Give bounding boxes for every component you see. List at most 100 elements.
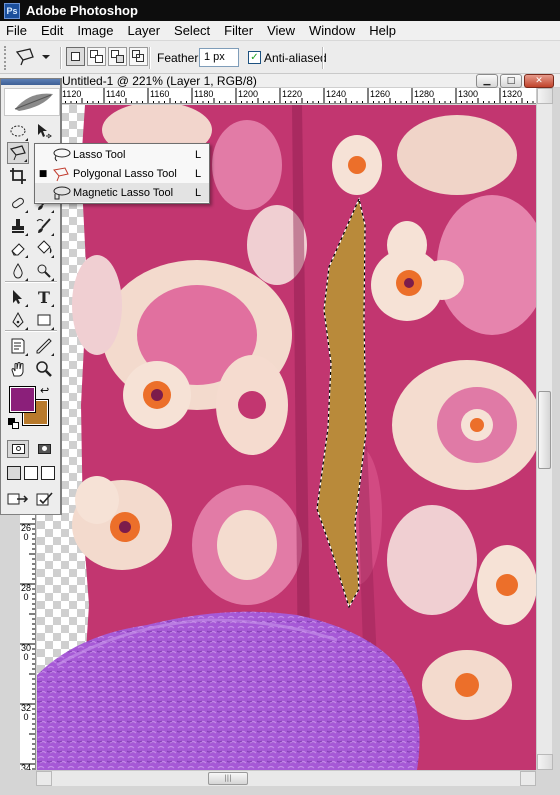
pen-tool[interactable] [7,309,29,331]
healing-brush-tool[interactable] [7,192,29,214]
document-canvas[interactable] [37,105,536,770]
standard-mode-button[interactable] [7,440,29,458]
edit-in-imageready-button[interactable] [35,491,55,507]
horizontal-ruler-label: 1280 [414,89,434,99]
crop-icon [10,168,26,184]
vertical-ruler-label: 340 [21,763,32,771]
menu-window[interactable]: Window [303,21,363,41]
photo-layer [37,105,536,770]
zoom-icon [36,361,52,377]
horizontal-ruler-label: 1220 [282,89,302,99]
flyout-item-label: Polygonal Lasso Tool [73,167,177,180]
options-bar: Feather: 1 px ✓ Anti-aliased [0,41,560,74]
flyout-shortcut: L [195,186,202,199]
blur-tool[interactable] [7,260,29,282]
photoshop-app-icon: Ps [4,2,20,19]
photoshop-feather-logo[interactable] [4,88,60,116]
dodge-tool[interactable] [33,260,55,282]
horizontal-ruler-label: 1240 [326,89,346,99]
add-to-selection-button[interactable] [87,47,106,66]
jump-to-imageready-button[interactable] [7,491,31,507]
flyout-item-lasso[interactable]: Lasso Tool L [35,145,209,164]
history-brush-tool[interactable] [33,215,55,237]
menu-select[interactable]: Select [168,21,218,41]
full-screen-mode-button[interactable] [41,466,55,480]
lasso-icon [51,146,73,164]
menu-edit[interactable]: Edit [35,21,71,41]
standard-screen-mode-button[interactable] [7,466,21,480]
swap-colors-icon[interactable]: ↩ [40,384,49,397]
flyout-shortcut: L [195,167,202,180]
clone-stamp-tool[interactable] [7,215,29,237]
scroll-left-arrow[interactable] [36,771,52,786]
default-colors-icon[interactable] [8,418,20,430]
rectangle-tool[interactable] [33,309,55,331]
zoom-tool[interactable] [33,358,55,380]
hand-icon [11,362,24,377]
feather-input[interactable]: 1 px [199,48,239,67]
menu-filter[interactable]: Filter [218,21,261,41]
active-square-mark: ■ [38,168,48,179]
menu-layer[interactable]: Layer [122,21,169,41]
menu-bar: File Edit Image Layer Select Filter View… [0,21,560,41]
polygonal-lasso-icon [15,48,34,66]
horizontal-ruler-label: 1140 [106,89,125,99]
type-tool[interactable]: T [33,286,55,308]
quick-mask-mode-button[interactable] [33,440,55,458]
anti-aliased-label: Anti-aliased [264,51,327,65]
close-button[interactable]: ✕ [524,74,554,88]
menu-image[interactable]: Image [71,21,121,41]
horizontal-ruler-label: 1320 [502,89,522,99]
app-title: Adobe Photoshop [26,3,138,18]
polygonal-lasso-icon [51,165,73,183]
path-selection-tool[interactable] [7,286,29,308]
move-tool[interactable] [33,120,55,142]
notes-tool[interactable] [7,335,29,357]
anti-aliased-checkbox[interactable]: ✓ [248,51,261,64]
scroll-up-arrow[interactable] [537,88,553,104]
magnetic-lasso-icon [51,184,73,202]
horizontal-scrollbar[interactable]: ||| [36,770,536,786]
tools-panel-header[interactable] [1,79,60,85]
vertical-ruler-label: 300 [21,643,32,662]
tool-preset-picker[interactable] [14,46,56,68]
maximize-button[interactable]: □ [500,74,522,88]
chevron-down-icon [42,55,50,59]
menu-view[interactable]: View [261,21,303,41]
subtract-from-selection-button[interactable] [108,47,127,66]
flyout-item-label: Magnetic Lasso Tool [73,186,174,199]
intersect-selection-button[interactable] [129,47,148,66]
flyout-item-magnetic-lasso[interactable]: Magnetic Lasso Tool L [35,183,209,202]
horizontal-ruler-label: 1260 [370,89,390,99]
paint-bucket-tool[interactable] [33,237,55,259]
horizontal-scroll-thumb[interactable]: ||| [208,772,248,785]
hand-tool[interactable] [7,358,29,380]
document-title-bar[interactable]: Untitled-1 @ 221% (Layer 1, RGB/8) ▁ □ ✕ [0,74,560,88]
horizontal-ruler-label: 1180 [194,89,213,99]
scroll-down-arrow[interactable] [537,754,553,770]
flyout-item-polygonal-lasso[interactable]: ■ Polygonal Lasso Tool L [35,164,209,183]
move-icon [38,124,52,139]
eraser-tool[interactable] [7,237,29,259]
vertical-ruler-label: 320 [21,703,32,722]
horizontal-ruler[interactable]: 1120 1140 1160 1180 1200 1220 1240 1260 1280 1300… [36,88,536,104]
menu-help[interactable]: Help [363,21,404,41]
lasso-tool[interactable] [7,142,29,164]
eyedropper-tool[interactable] [33,335,55,357]
options-bar-grip[interactable] [4,46,8,70]
scroll-right-arrow[interactable] [520,771,536,786]
vertical-scroll-thumb[interactable] [538,391,551,469]
full-screen-menu-mode-button[interactable] [24,466,38,480]
imageready-checkmark-icon [36,492,53,506]
horizontal-ruler-label: 1300 [458,89,478,99]
lasso-tool-flyout: Lasso Tool L ■ Polygonal Lasso Tool L Ma… [34,143,210,204]
minimize-button[interactable]: ▁ [476,74,498,88]
horizontal-ruler-ticks: 1120 1140 1160 1180 1200 1220 1240 1260 1280 1300… [59,88,534,103]
divider [5,281,57,283]
menu-file[interactable]: File [0,21,35,41]
vertical-scrollbar[interactable] [536,88,553,770]
foreground-color-swatch[interactable] [9,386,36,413]
new-selection-button[interactable] [66,47,85,66]
crop-tool[interactable] [7,165,29,187]
marquee-tool[interactable] [7,120,29,142]
